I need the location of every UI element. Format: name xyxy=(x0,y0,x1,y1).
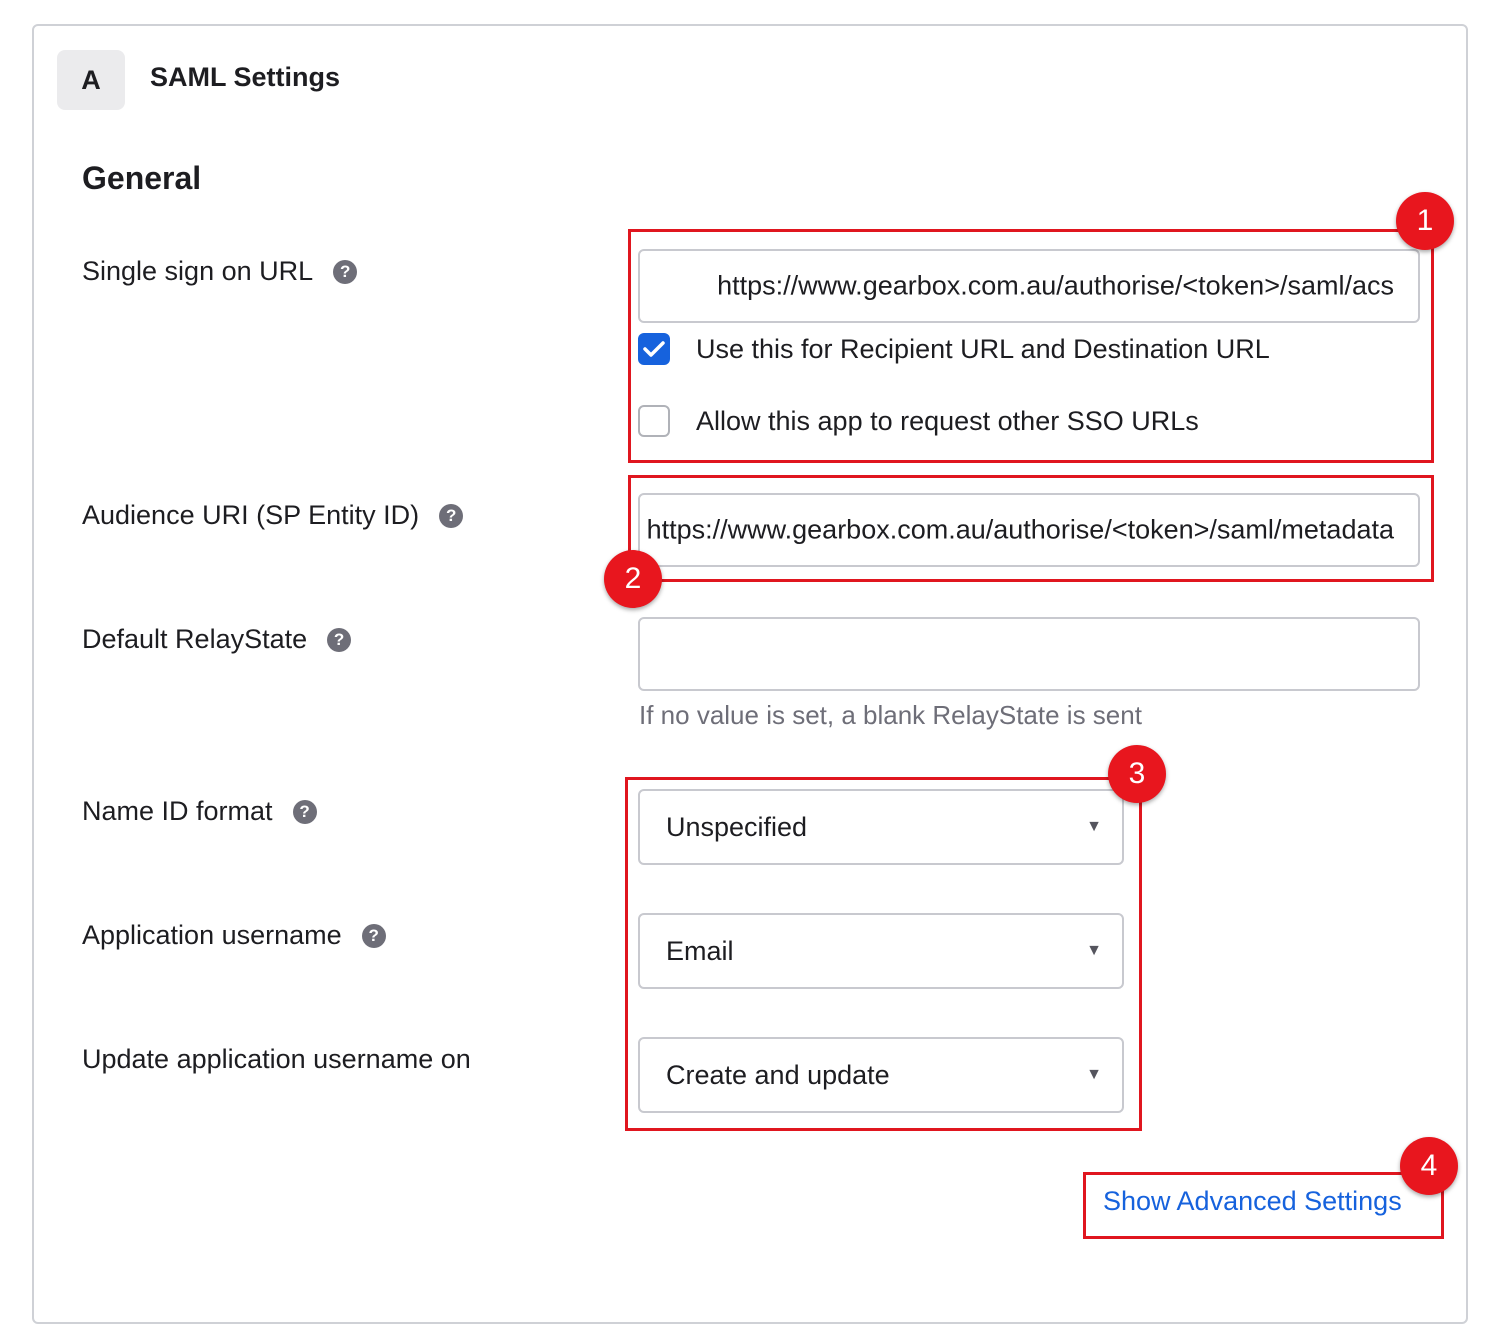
audience-uri-label-text: Audience URI (SP Entity ID) xyxy=(82,500,420,530)
callout-number-1: 1 xyxy=(1396,192,1454,250)
relay-state-label: Default RelayState ? xyxy=(82,624,352,655)
callout-box-1 xyxy=(628,229,1434,463)
callout-number-2: 2 xyxy=(604,550,662,608)
callout-number-3: 3 xyxy=(1108,745,1166,803)
sso-url-label: Single sign on URL ? xyxy=(82,256,358,287)
relay-state-input[interactable] xyxy=(638,617,1420,691)
step-badge: A xyxy=(57,50,125,110)
callout-box-2 xyxy=(628,475,1434,582)
app-username-label-text: Application username xyxy=(82,920,342,950)
callout-box-4 xyxy=(1083,1172,1444,1239)
help-icon[interactable]: ? xyxy=(361,923,386,948)
update-username-label: Update application username on xyxy=(82,1044,471,1075)
page-title: SAML Settings xyxy=(150,62,341,92)
name-id-format-label: Name ID format ? xyxy=(82,796,317,827)
callout-number-4: 4 xyxy=(1400,1137,1458,1195)
help-icon[interactable]: ? xyxy=(333,259,358,284)
audience-uri-label: Audience URI (SP Entity ID) ? xyxy=(82,500,464,531)
help-icon[interactable]: ? xyxy=(439,503,464,528)
help-icon[interactable]: ? xyxy=(327,627,352,652)
help-icon[interactable]: ? xyxy=(292,799,317,824)
callout-box-3 xyxy=(625,777,1142,1131)
app-username-label: Application username ? xyxy=(82,920,386,951)
section-title: General xyxy=(82,160,202,196)
sso-url-label-text: Single sign on URL xyxy=(82,256,314,286)
name-id-format-label-text: Name ID format xyxy=(82,796,273,826)
update-username-label-text: Update application username on xyxy=(82,1044,471,1074)
relay-state-hint: If no value is set, a blank RelayState i… xyxy=(639,700,1142,730)
relay-state-label-text: Default RelayState xyxy=(82,624,308,654)
